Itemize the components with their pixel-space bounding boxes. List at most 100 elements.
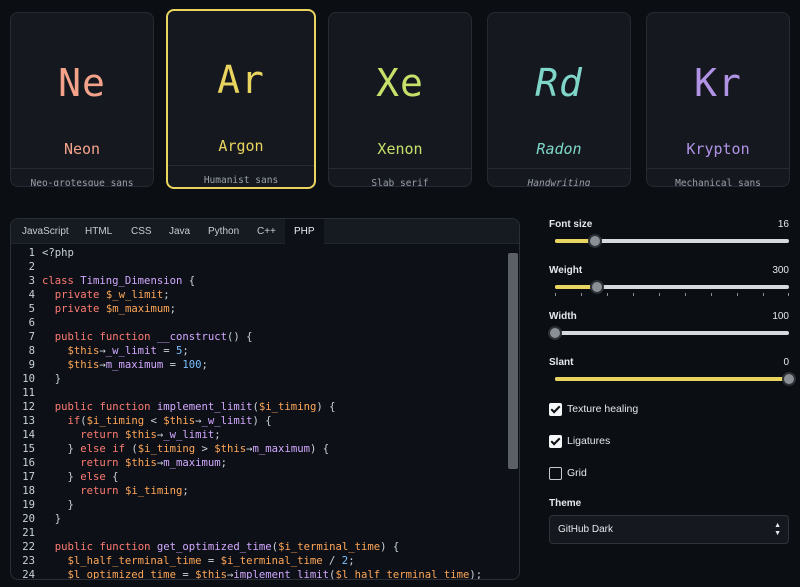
- grid-checkbox[interactable]: [549, 467, 562, 480]
- code-area[interactable]: 1 <?php 2 3 class Timing_Dimension {4 privat…: [11, 244, 507, 580]
- ligatures-checkbox[interactable]: [549, 435, 562, 448]
- font-description: Humanist sans: [203, 175, 279, 186]
- code-line: }: [42, 513, 62, 525]
- slant-slider[interactable]: [555, 372, 796, 386]
- card-divider: [488, 168, 630, 169]
- scrollbar-thumb[interactable]: [508, 253, 518, 469]
- slider-thumb[interactable]: [590, 280, 604, 294]
- slant-label: Slant: [549, 357, 574, 368]
- line-number: 24: [22, 569, 35, 580]
- line-number: 9: [28, 359, 35, 371]
- code-line: $l_half_terminal_time = $i_terminal_time…: [67, 555, 355, 567]
- weight-slider[interactable]: [555, 280, 789, 296]
- code-line: }: [42, 373, 62, 385]
- card-divider: [647, 168, 789, 169]
- code-line: private $m_maximum;: [54, 303, 176, 315]
- ligatures-label[interactable]: Ligatures: [567, 435, 610, 447]
- font-card-krypton[interactable]: Kr Krypton Mechanical sans: [646, 12, 790, 187]
- card-divider: [11, 168, 153, 169]
- slider-thumb[interactable]: [782, 372, 796, 386]
- line-number: 4: [28, 289, 35, 301]
- font-name: Xenon: [377, 140, 423, 158]
- theme-label: Theme: [549, 498, 582, 509]
- code-line: private $_w_limit;: [54, 289, 170, 301]
- code-line: class Timing_Dimension {: [42, 275, 196, 287]
- line-number: 8: [28, 345, 35, 357]
- code-line: public function implement_limit($i_timin…: [54, 401, 336, 413]
- code-line: }: [42, 499, 74, 511]
- font-name: Argon: [218, 137, 264, 155]
- width-label: Width: [549, 311, 577, 322]
- line-number: 5: [28, 303, 35, 315]
- card-divider: [329, 168, 471, 169]
- tab-java[interactable]: Java: [160, 219, 199, 244]
- font-symbol: Ar: [217, 58, 265, 102]
- font-description: Slab serif: [371, 178, 429, 187]
- font-card-radon[interactable]: Rd Radon Handwriting: [487, 12, 631, 187]
- code-line: $this→_w_limit = 5;: [67, 345, 189, 357]
- texture-healing-checkbox[interactable]: [549, 403, 562, 416]
- slider-tick: [711, 293, 712, 296]
- code-line: return $i_timing;: [80, 485, 189, 497]
- slider-tick: [633, 293, 634, 296]
- font-size-value: 16: [777, 219, 789, 230]
- code-line: return $this→m_maximum;: [80, 457, 228, 469]
- language-tabs: JavaScript HTML CSS Java Python C++ PHP: [11, 219, 519, 244]
- font-name: Radon: [536, 140, 582, 158]
- code-line: public function __construct() {: [54, 331, 253, 343]
- line-number: 21: [22, 527, 35, 539]
- font-size-slider[interactable]: [555, 234, 789, 248]
- editor-scrollbar[interactable]: [507, 244, 519, 579]
- code-line: public function get_optimized_time($i_te…: [54, 541, 400, 553]
- line-number: 23: [22, 555, 35, 567]
- grid-label[interactable]: Grid: [567, 467, 587, 479]
- line-number: 3: [28, 275, 35, 287]
- line-number: 22: [22, 541, 35, 553]
- line-number: 1: [28, 247, 35, 259]
- tab-php[interactable]: PHP: [285, 219, 324, 244]
- slider-tick: [659, 293, 660, 296]
- select-arrows-icon: ▲ ▼: [774, 522, 781, 537]
- code-line: $l_optimized_time = $this→implement_limi…: [67, 569, 483, 580]
- weight-value: 300: [772, 265, 789, 276]
- font-description: Handwriting: [527, 178, 591, 187]
- tab-css[interactable]: CSS: [122, 219, 161, 244]
- slant-value: 0: [783, 357, 789, 368]
- font-name: Neon: [63, 140, 101, 158]
- tab-html[interactable]: HTML: [76, 219, 121, 244]
- font-card-argon[interactable]: Ar Argon Humanist sans: [166, 9, 316, 189]
- font-symbol: Rd: [535, 61, 583, 105]
- card-divider: [168, 165, 314, 166]
- slider-tick: [788, 293, 789, 296]
- line-number: 7: [28, 331, 35, 343]
- width-value: 100: [772, 311, 789, 322]
- font-card-neon[interactable]: Ne Neon Neo-grotesque sans: [10, 12, 154, 187]
- theme-select[interactable]: GitHub Dark ▲ ▼: [549, 515, 789, 544]
- line-number: 13: [22, 415, 35, 427]
- code-editor[interactable]: JavaScript HTML CSS Java Python C++ PHP …: [10, 218, 520, 580]
- slider-thumb[interactable]: [588, 234, 602, 248]
- line-number: 14: [22, 429, 35, 441]
- line-number: 2: [28, 261, 35, 273]
- font-name: Krypton: [686, 140, 750, 158]
- slider-tick: [763, 293, 764, 296]
- code-line: <?php: [42, 247, 74, 259]
- width-slider[interactable]: [548, 326, 789, 340]
- font-symbol: Kr: [694, 61, 742, 105]
- font-size-label: Font size: [549, 219, 593, 230]
- slider-thumb[interactable]: [548, 326, 562, 340]
- code-line: if($i_timing < $this→_w_limit) {: [67, 415, 272, 427]
- font-card-xenon[interactable]: Xe Xenon Slab serif: [328, 12, 472, 187]
- slider-tick: [581, 293, 582, 296]
- line-number: 18: [22, 485, 35, 497]
- texture-healing-label[interactable]: Texture healing: [567, 403, 638, 415]
- line-number: 10: [22, 373, 35, 385]
- line-number: 19: [22, 499, 35, 511]
- code-line: } else if ($i_timing > $this→m_maximum) …: [42, 443, 330, 455]
- tab-cpp[interactable]: C++: [248, 219, 285, 244]
- tab-javascript[interactable]: JavaScript: [13, 219, 78, 244]
- line-number: 11: [22, 387, 35, 399]
- slider-tick: [607, 293, 608, 296]
- tab-python[interactable]: Python: [199, 219, 248, 244]
- font-symbol: Xe: [376, 61, 424, 105]
